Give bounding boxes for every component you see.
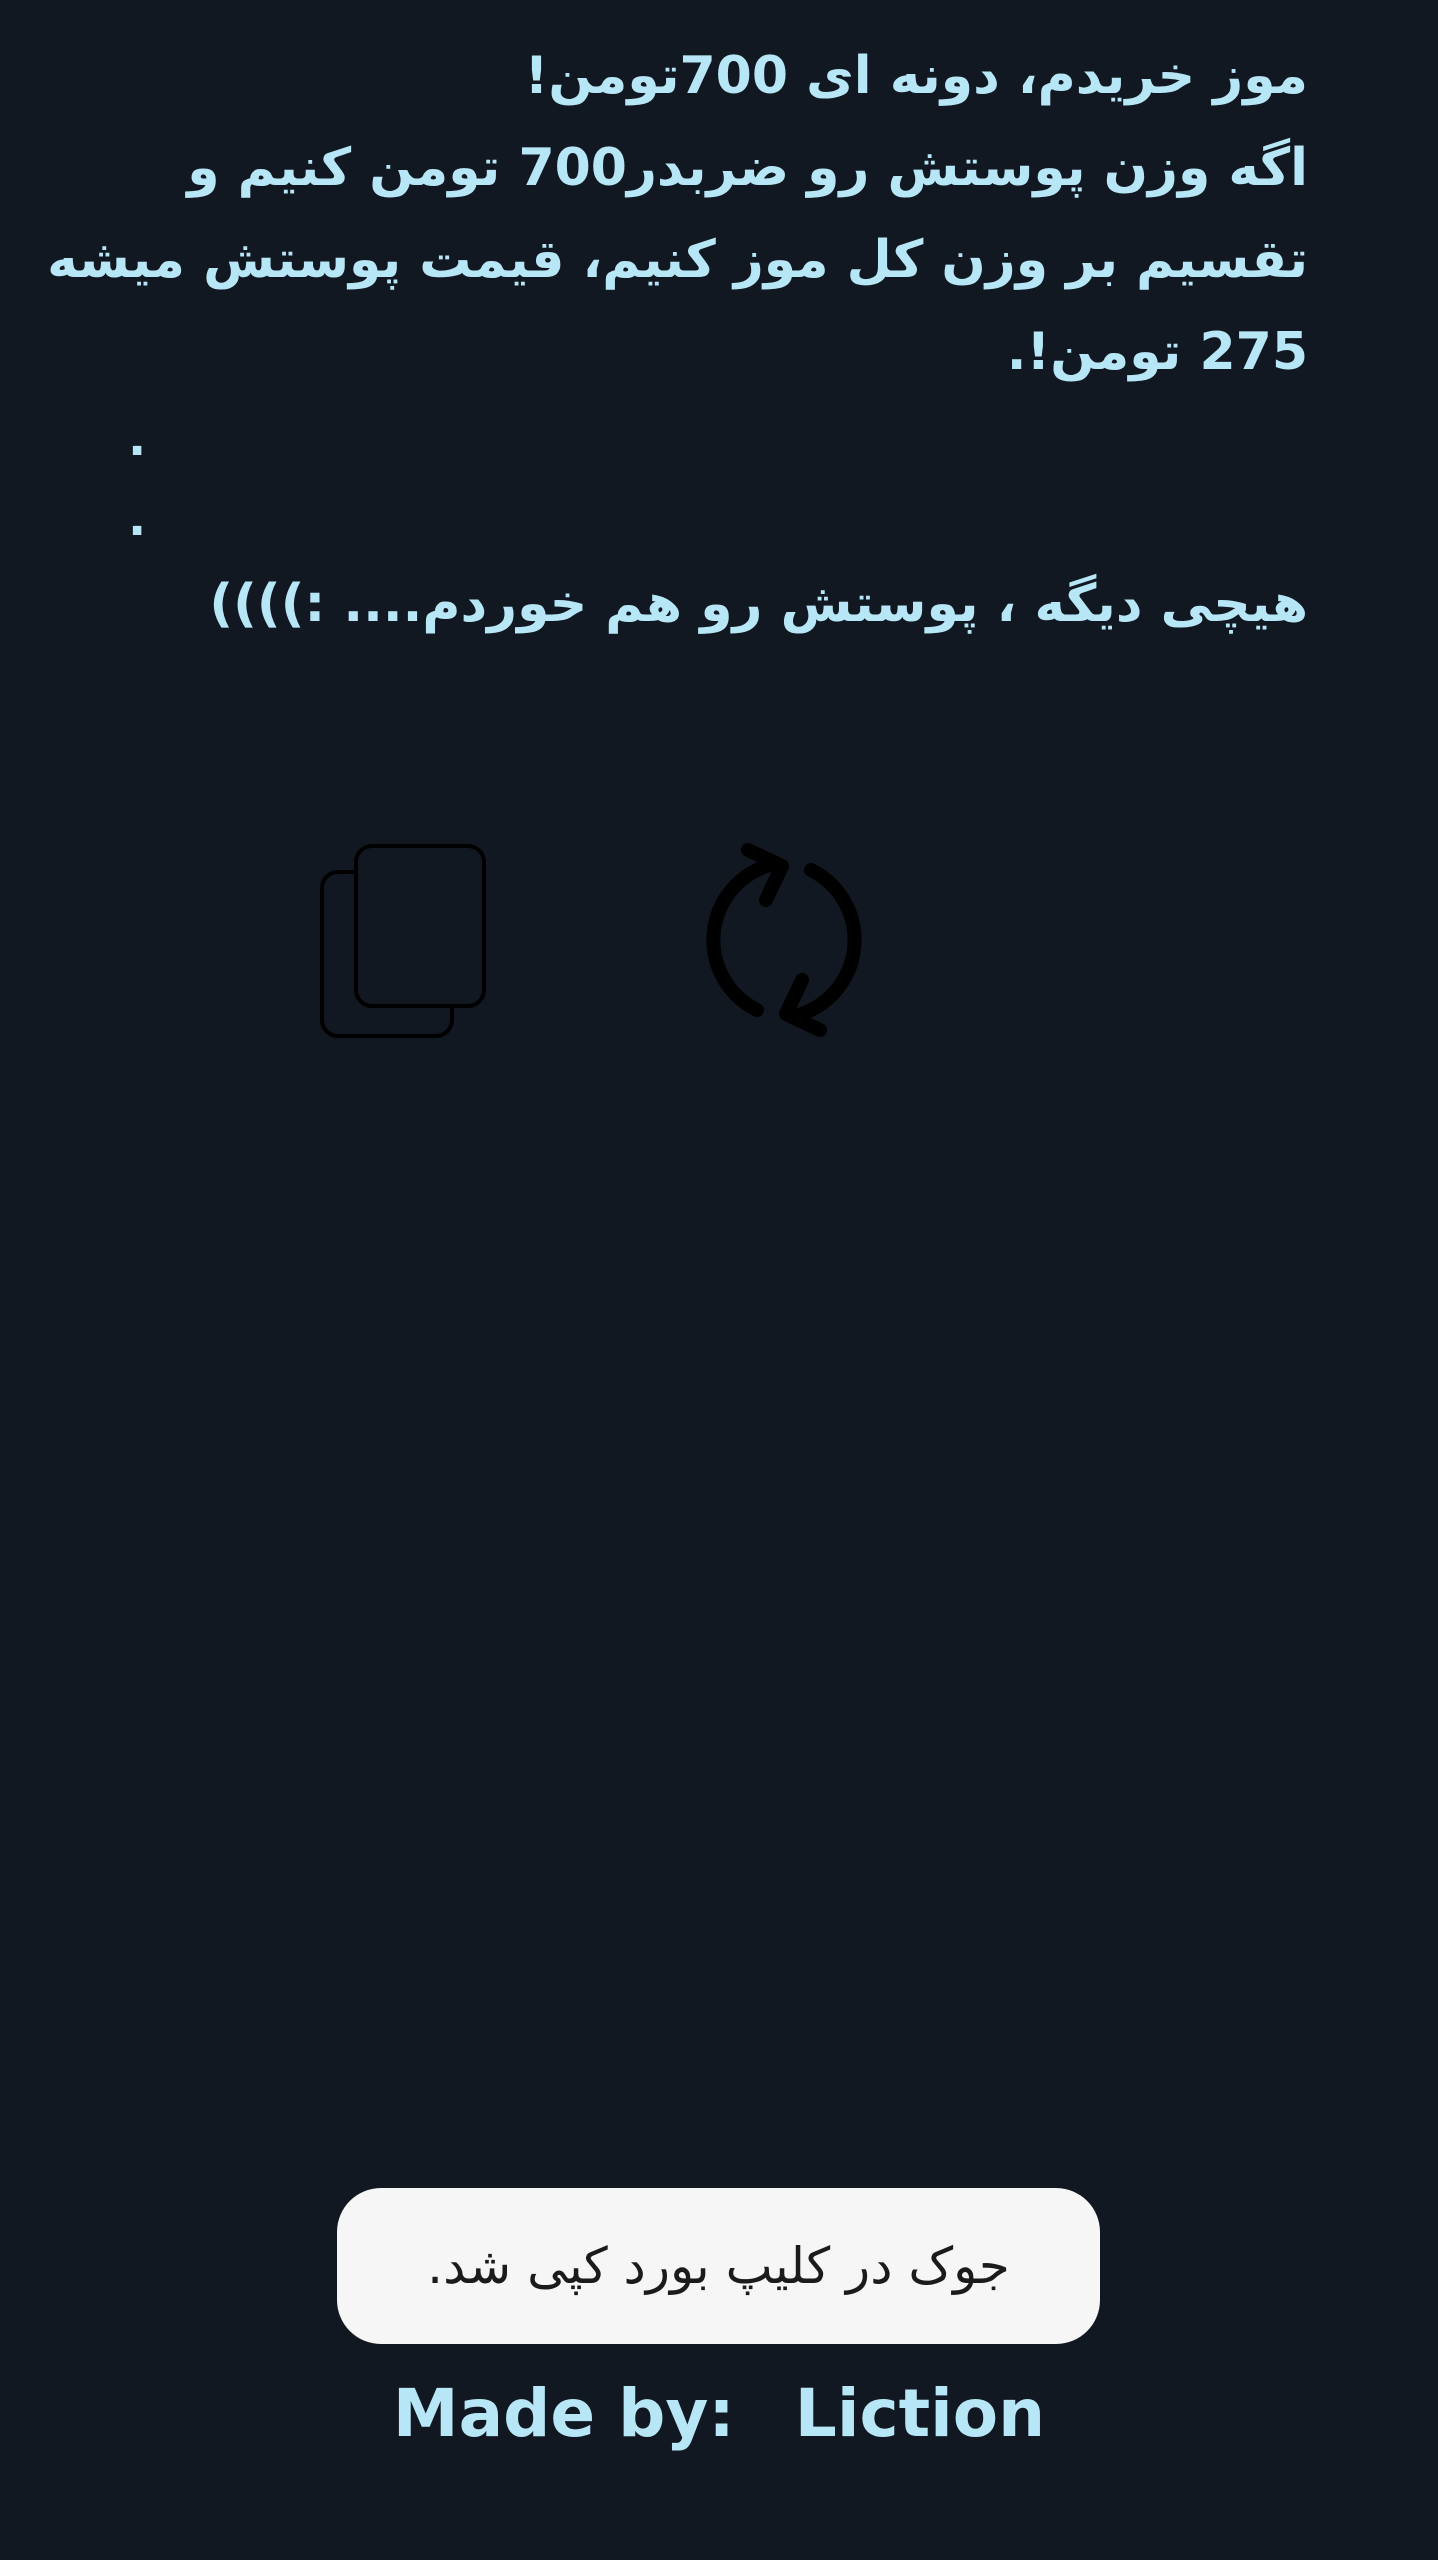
copy-icon — [320, 844, 486, 1038]
joke-dot-1: . — [128, 411, 147, 467]
joke-text: موز خریدم، دونه ای 700تومن! اگه وزن پوست… — [47, 30, 1308, 650]
joke-line-2: اگه وزن پوستش رو ضربدر700 تومن کنیم و — [187, 138, 1308, 198]
joke-line-4: 275 تومن!. — [1006, 322, 1308, 382]
copy-button[interactable] — [318, 840, 494, 1040]
made-by-label: Made by: — [392, 2375, 735, 2452]
refresh-icon — [706, 843, 862, 1037]
joke-line-5: هیچی دیگه ، پوستش رو هم خوردم.... :)))) — [209, 574, 1308, 634]
joke-line-1: موز خریدم، دونه ای 700تومن! — [524, 46, 1308, 106]
author-name: Liction — [794, 2375, 1046, 2452]
refresh-button[interactable] — [692, 840, 876, 1040]
joke-line-3: تقسیم بر وزن کل موز کنیم، قیمت پوستش میش… — [47, 230, 1308, 290]
toast-message: جوک در کلیپ بورد کپی شد. — [427, 2237, 1010, 2295]
clipboard-toast: جوک در کلیپ بورد کپی شد. — [337, 2188, 1100, 2344]
footer-credit: Made by: Liction — [0, 2375, 1438, 2452]
joke-dot-2: . — [128, 491, 147, 547]
